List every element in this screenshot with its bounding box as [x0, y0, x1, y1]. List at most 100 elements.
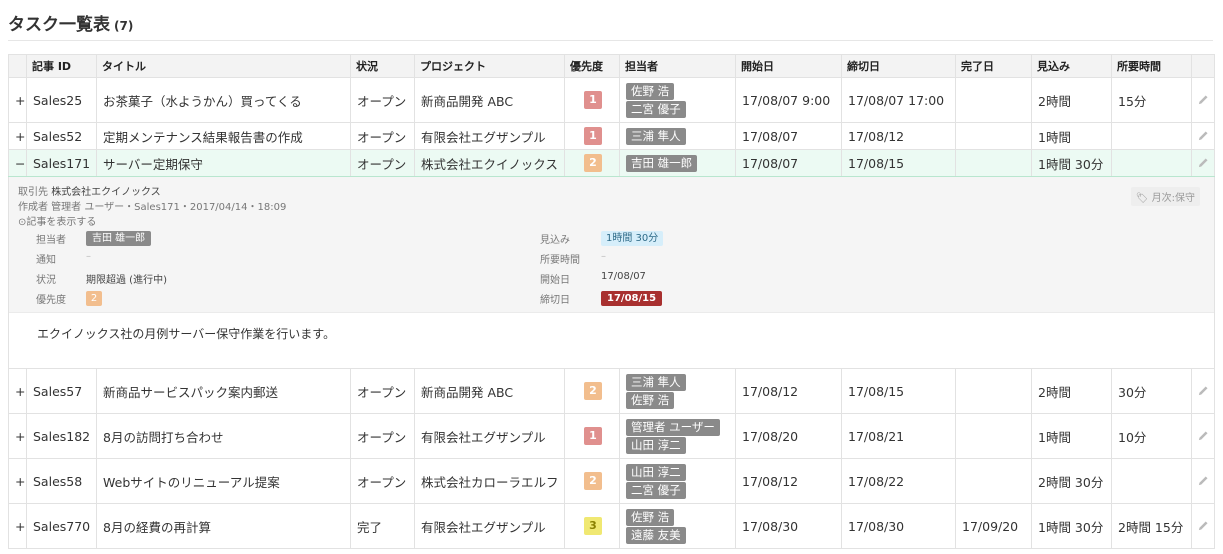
table-row[interactable]: + Sales770 8月の経費の再計算 完了 有限会社エグザンプル 3 佐野 …: [8, 503, 1215, 549]
expand-toggle-icon[interactable]: +: [8, 458, 27, 504]
task-priority-cell: 1: [564, 77, 620, 123]
task-id-link[interactable]: Sales58: [26, 458, 97, 504]
task-project-link[interactable]: 新商品開発 ABC: [414, 368, 565, 414]
task-title-link[interactable]: 8月の経費の再計算: [96, 503, 351, 549]
task-spent: 2時間 15分: [1111, 503, 1192, 549]
task-project-link[interactable]: 新商品開発 ABC: [414, 77, 565, 123]
edit-pencil-icon[interactable]: [1191, 77, 1215, 123]
table-row[interactable]: + Sales25 お茶菓子（水ようかん）買ってくる オープン 新商品開発 AB…: [8, 77, 1215, 123]
task-done: [955, 122, 1032, 150]
task-assignees: 山田 淳二 二宮 優子: [619, 458, 736, 504]
task-id-link[interactable]: Sales770: [26, 503, 97, 549]
detail-notify-value: –: [86, 251, 91, 262]
task-id-link[interactable]: Sales182: [26, 413, 97, 459]
task-spent: 30分: [1111, 368, 1192, 414]
priority-badge: 2: [584, 382, 602, 400]
task-priority-cell: 2: [564, 368, 620, 414]
task-table: 記事 ID タイトル 状況 プロジェクト 優先度 担当者 開始日 締切日 完了日…: [8, 54, 1215, 549]
expand-toggle-icon[interactable]: −: [8, 149, 27, 177]
table-row[interactable]: − Sales171 サーバー定期保守 オープン 株式会社エクイノックス 2 吉…: [8, 149, 1215, 177]
table-row[interactable]: + Sales182 8月の訪問打ち合わせ オープン 有限会社エグザンプル 1 …: [8, 413, 1215, 459]
detail-due-pill: 17/08/15: [601, 291, 663, 306]
task-title-link[interactable]: お茶菓子（水ようかん）買ってくる: [96, 77, 351, 123]
task-done: 17/09/20: [955, 503, 1032, 549]
task-project-link[interactable]: 有限会社エグザンプル: [414, 503, 565, 549]
task-title-link[interactable]: Webサイトのリニューアル提案: [96, 458, 351, 504]
task-estimate: 1時間 30分: [1031, 503, 1112, 549]
assignee-tag: 管理者 ユーザー: [626, 418, 720, 436]
task-id-link[interactable]: Sales171: [26, 149, 97, 177]
header-estimate[interactable]: 見込み: [1031, 54, 1112, 78]
header-project[interactable]: プロジェクト: [414, 54, 565, 78]
detail-client-link[interactable]: 株式会社エクイノックス: [51, 187, 161, 198]
task-status: オープン: [350, 122, 415, 150]
expand-toggle-icon[interactable]: +: [8, 77, 27, 123]
task-estimate: 2時間: [1031, 77, 1112, 123]
header-done[interactable]: 完了日: [955, 54, 1032, 78]
header-title[interactable]: タイトル: [96, 54, 351, 78]
task-due: 17/08/15: [841, 149, 956, 177]
task-project-link[interactable]: 株式会社エクイノックス: [414, 149, 565, 177]
task-title-link[interactable]: 8月の訪問打ち合わせ: [96, 413, 351, 459]
task-title-link[interactable]: 定期メンテナンス結果報告書の作成: [96, 122, 351, 150]
header-start[interactable]: 開始日: [735, 54, 842, 78]
header-due[interactable]: 締切日: [841, 54, 956, 78]
priority-badge: 1: [584, 127, 602, 145]
task-spent: 10分: [1111, 413, 1192, 459]
task-project-link[interactable]: 株式会社カローラエルフ: [414, 458, 565, 504]
task-priority-cell: 1: [564, 122, 620, 150]
detail-estimate-label: 見込み: [540, 235, 570, 246]
task-priority-cell: 3: [564, 503, 620, 549]
priority-badge: 3: [584, 517, 602, 535]
edit-pencil-icon[interactable]: [1191, 503, 1215, 549]
detail-start-label: 開始日: [540, 275, 570, 286]
task-priority-cell: 2: [564, 149, 620, 177]
edit-pencil-icon[interactable]: [1191, 458, 1215, 504]
task-spent: [1111, 122, 1192, 150]
detail-meta: 作成者 管理者 ユーザー・Sales171・2017/04/14・18:09: [18, 202, 287, 213]
expand-toggle-icon[interactable]: +: [8, 368, 27, 414]
task-project-link[interactable]: 有限会社エグザンプル: [414, 122, 565, 150]
task-start: 17/08/12: [735, 458, 842, 504]
edit-pencil-icon[interactable]: [1191, 368, 1215, 414]
edit-pencil-icon[interactable]: [1191, 122, 1215, 150]
header-assignee[interactable]: 担当者: [619, 54, 736, 78]
page-title-text: タスク一覧表: [8, 15, 110, 35]
task-due: 17/08/15: [841, 368, 956, 414]
task-id-link[interactable]: Sales52: [26, 122, 97, 150]
task-due: 17/08/21: [841, 413, 956, 459]
header-status[interactable]: 状況: [350, 54, 415, 78]
task-detail-row: 取引先 株式会社エクイノックス 作成者 管理者 ユーザー・Sales171・20…: [8, 176, 1215, 369]
task-title-link[interactable]: サーバー定期保守: [96, 149, 351, 177]
task-estimate: 2時間: [1031, 368, 1112, 414]
header-id[interactable]: 記事 ID: [26, 54, 97, 78]
task-project-link[interactable]: 有限会社エグザンプル: [414, 413, 565, 459]
assignee-tag: 三浦 隼人: [626, 127, 686, 145]
header-spent[interactable]: 所要時間: [1111, 54, 1192, 78]
table-row[interactable]: + Sales58 Webサイトのリニューアル提案 オープン 株式会社カローラエ…: [8, 458, 1215, 504]
assignee-tag: 三浦 隼人: [626, 373, 686, 391]
detail-show-link[interactable]: ⊙記事を表示する: [18, 213, 96, 228]
expand-toggle-icon[interactable]: +: [8, 413, 27, 459]
task-title-link[interactable]: 新商品サービスパック案内郵送: [96, 368, 351, 414]
detail-show-link-text[interactable]: 記事を表示する: [26, 217, 96, 228]
task-priority-cell: 2: [564, 458, 620, 504]
detail-assignee-value: 吉田 雄一郎: [86, 231, 152, 246]
task-id-link[interactable]: Sales57: [26, 368, 97, 414]
task-status: オープン: [350, 77, 415, 123]
task-estimate: 1時間: [1031, 122, 1112, 150]
expand-toggle-icon[interactable]: +: [8, 503, 27, 549]
edit-pencil-icon[interactable]: [1191, 413, 1215, 459]
task-spent: 15分: [1111, 77, 1192, 123]
task-assignees: 三浦 隼人: [619, 122, 736, 150]
table-row[interactable]: + Sales52 定期メンテナンス結果報告書の作成 オープン 有限会社エグザン…: [8, 122, 1215, 150]
table-row[interactable]: + Sales57 新商品サービスパック案内郵送 オープン 新商品開発 ABC …: [8, 368, 1215, 414]
table-header-row: 記事 ID タイトル 状況 プロジェクト 優先度 担当者 開始日 締切日 完了日…: [8, 54, 1215, 78]
expand-toggle-icon[interactable]: +: [8, 122, 27, 150]
detail-tag[interactable]: 🏷 月次:保守: [1130, 187, 1200, 206]
assignee-tag: 二宮 優子: [626, 100, 686, 118]
edit-pencil-icon[interactable]: [1191, 149, 1215, 177]
task-id-link[interactable]: Sales25: [26, 77, 97, 123]
header-priority[interactable]: 優先度: [564, 54, 620, 78]
detail-description: エクイノックス社の月例サーバー保守作業を行います。: [37, 327, 336, 341]
